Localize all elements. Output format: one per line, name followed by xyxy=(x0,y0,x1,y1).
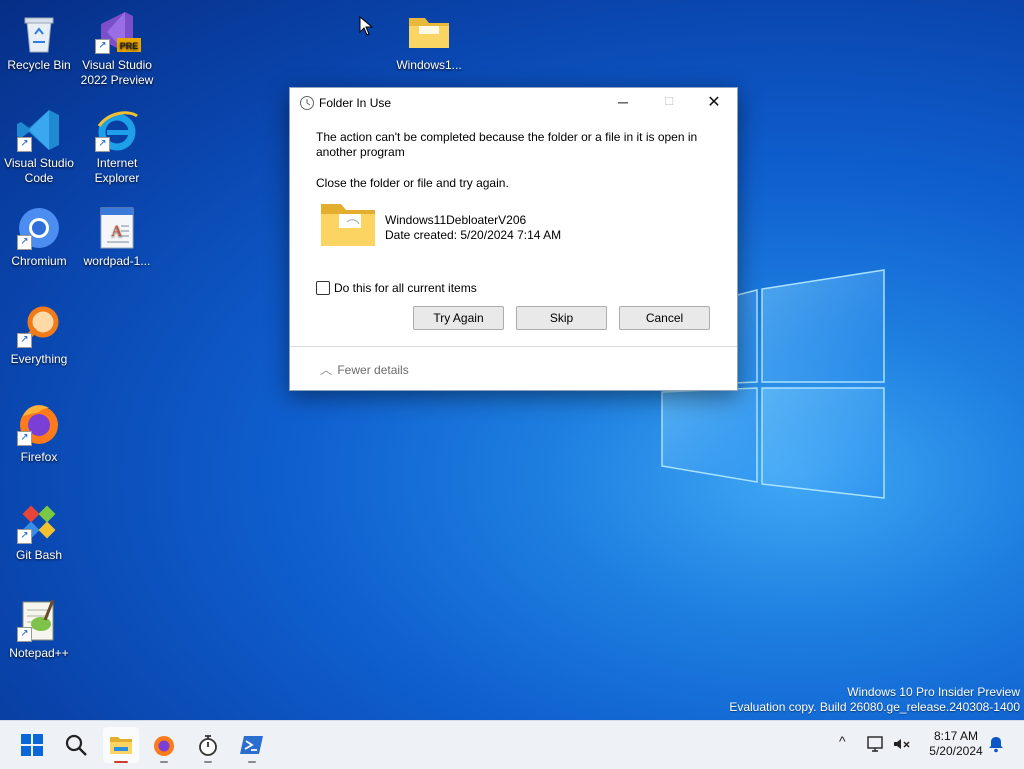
running-indicator xyxy=(114,761,128,763)
pre-badge: PRE xyxy=(120,41,139,51)
search-button[interactable] xyxy=(58,727,94,763)
desktop-icon-label: wordpad-1... xyxy=(83,254,151,268)
shortcut-arrow-icon: ↗ xyxy=(17,627,32,642)
mouse-cursor-icon xyxy=(359,16,373,36)
shortcut-arrow-icon: ↗ xyxy=(17,529,32,544)
windows-start-icon xyxy=(21,734,43,756)
dialog-message: The action can't be completed because th… xyxy=(316,130,698,159)
running-indicator xyxy=(248,761,256,763)
desktop-icon-firefox[interactable]: ↗ Firefox xyxy=(0,400,78,465)
network-icon[interactable] xyxy=(866,734,886,754)
taskbar-powershell[interactable] xyxy=(234,727,270,763)
desktop-icon-label: Windows1... xyxy=(396,58,462,72)
desktop-icon-wordpad[interactable]: A wordpad-1... xyxy=(78,204,156,269)
apply-to-all-checkbox[interactable] xyxy=(316,281,330,295)
shortcut-arrow-icon: ↗ xyxy=(17,431,32,446)
maximize-button: ☐ xyxy=(664,96,674,108)
desktop-icon-label: Firefox xyxy=(20,450,58,464)
taskbar-firefox[interactable] xyxy=(146,727,182,763)
recycle-bin-icon xyxy=(24,17,54,53)
desktop-icon-label: Everything xyxy=(10,352,68,366)
chevron-up-icon: ︿ xyxy=(320,363,333,377)
desktop-icon-internet-explorer[interactable]: ↗ Internet Explorer xyxy=(78,106,156,186)
desktop-icon-label: Chromium xyxy=(11,254,67,268)
shortcut-arrow-icon: ↗ xyxy=(17,333,32,348)
desktop-icon-label: Git Bash xyxy=(15,548,63,562)
volume-muted-icon[interactable] xyxy=(892,734,912,754)
folder-icon xyxy=(409,18,449,48)
file-name: Windows11DebloaterV206 xyxy=(385,213,527,227)
desktop-icon-recycle-bin[interactable]: Recycle Bin xyxy=(0,8,78,73)
minimize-button[interactable]: ─ xyxy=(600,88,646,117)
dialog-title: Folder In Use xyxy=(319,96,392,110)
desktop-icon-notepad-plus-plus[interactable]: ↗ Notepad++ xyxy=(0,596,78,661)
taskbar-clock[interactable]: 8:17 AM 5/20/2024 xyxy=(918,729,994,759)
folder-in-use-dialog: Folder In Use ─ ☐ ✕ The action can't be … xyxy=(289,87,738,391)
desktop-icon-label: Recycle Bin xyxy=(7,58,71,72)
dialog-titlebar[interactable]: Folder In Use ─ ☐ ✕ xyxy=(290,88,737,117)
taskbar-stopwatch[interactable] xyxy=(190,727,226,763)
evaluation-watermark: Windows 10 Pro Insider Preview Evaluatio… xyxy=(729,685,1020,715)
watermark-line-1: Windows 10 Pro Insider Preview xyxy=(847,685,1020,699)
dialog-separator xyxy=(290,346,737,347)
stopwatch-icon xyxy=(199,735,217,756)
desktop-icon-vscode[interactable]: ↗ Visual Studio Code xyxy=(0,106,78,186)
close-button[interactable]: ✕ xyxy=(691,88,737,117)
shortcut-arrow-icon: ↗ xyxy=(17,235,32,250)
clock-date: 5/20/2024 xyxy=(929,744,983,758)
fewer-details-label: Fewer details xyxy=(337,363,409,377)
desktop-icon-label: Visual Studio 2022 Preview xyxy=(80,58,154,87)
fewer-details-toggle[interactable]: ︿ Fewer details xyxy=(320,361,409,378)
clock-time: 8:17 AM xyxy=(933,729,979,743)
shortcut-arrow-icon: ↗ xyxy=(95,137,110,152)
notification-bell-icon[interactable] xyxy=(987,735,1005,753)
skip-button[interactable]: Skip xyxy=(516,306,607,330)
cancel-button[interactable]: Cancel xyxy=(619,306,710,330)
desktop-icon-label: Visual Studio Code xyxy=(4,156,74,185)
desktop-icon-label: Internet Explorer xyxy=(94,156,140,185)
start-button[interactable] xyxy=(14,727,50,763)
desktop-icon-everything[interactable]: ↗ Everything xyxy=(0,302,78,367)
wordpad-icon: A xyxy=(100,207,134,249)
powershell-icon xyxy=(240,736,263,754)
tray-overflow-chevron[interactable]: ^ xyxy=(839,733,846,749)
clock-icon xyxy=(300,96,314,110)
file-date-created: Date created: 5/20/2024 7:14 AM xyxy=(385,228,562,242)
file-explorer-icon xyxy=(110,737,132,754)
desktop-icon-label: Notepad++ xyxy=(9,646,69,660)
try-again-button[interactable]: Try Again xyxy=(413,306,504,330)
running-indicator xyxy=(204,761,212,763)
apply-to-all-label[interactable]: Do this for all current items xyxy=(334,281,477,295)
desktop-icon-windows-folder[interactable]: Windows1... xyxy=(390,8,468,73)
taskbar: ^ 8:17 AM 5/20/2024 xyxy=(0,720,1024,769)
desktop-icon-chromium[interactable]: ↗ Chromium xyxy=(0,204,78,269)
dialog-instruction: Close the folder or file and try again. xyxy=(316,176,509,190)
shortcut-arrow-icon: ↗ xyxy=(95,39,110,54)
folder-icon xyxy=(321,204,375,246)
watermark-line-2: Evaluation copy. Build 26080.ge_release.… xyxy=(729,700,1020,714)
search-icon xyxy=(65,734,87,756)
firefox-icon xyxy=(154,736,174,756)
running-indicator xyxy=(160,761,168,763)
taskbar-file-explorer[interactable] xyxy=(103,727,139,763)
desktop-icon-git-bash[interactable]: ↗ Git Bash xyxy=(0,498,78,563)
desktop-icon-visual-studio[interactable]: PRE ↗ Visual Studio 2022 Preview xyxy=(78,8,156,88)
shortcut-arrow-icon: ↗ xyxy=(17,137,32,152)
